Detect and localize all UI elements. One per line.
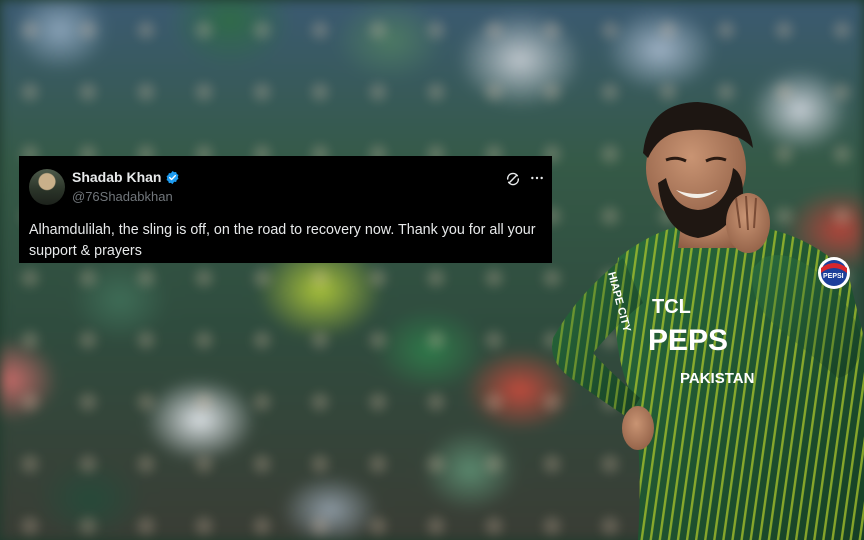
jersey-sponsor-peps: PEPS <box>648 324 728 357</box>
verified-badge-icon <box>165 170 180 185</box>
jersey-sponsor-tcl: TCL <box>652 296 691 318</box>
tweet-screenshot-image: TCL PEPS PAKISTAN HIAPE CITY PEPSI Shada… <box>0 0 864 540</box>
author-row: Shadab Khan <box>72 169 180 185</box>
avatar[interactable] <box>29 169 65 205</box>
author-handle[interactable]: @76Shadabkhan <box>72 189 173 204</box>
grok-icon[interactable] <box>505 171 521 187</box>
author-name[interactable]: Shadab Khan <box>72 169 161 185</box>
tweet-card: Shadab Khan @76Shadabkhan Alhamdulilah, … <box>19 156 552 263</box>
tweet-text: Alhamdulilah, the sling is off, on the r… <box>29 222 536 259</box>
more-options-icon[interactable] <box>529 170 545 186</box>
jersey-country: PAKISTAN <box>680 370 754 387</box>
cricket-player-photo: TCL PEPS PAKISTAN HIAPE CITY PEPSI <box>552 102 864 540</box>
jersey-badge: PEPSI <box>823 273 844 280</box>
